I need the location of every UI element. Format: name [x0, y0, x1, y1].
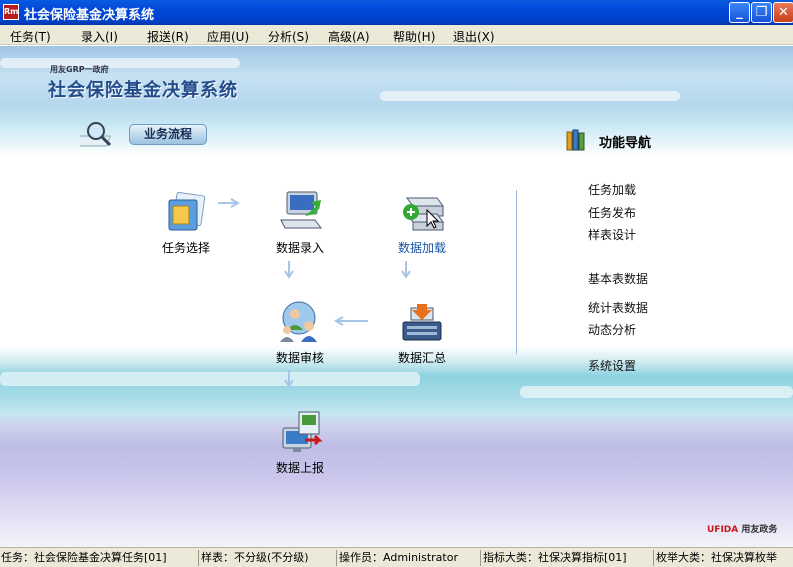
arrow-down-icon: [284, 261, 294, 279]
restore-button[interactable]: ❐: [751, 2, 772, 23]
decor-streak: [520, 386, 793, 398]
title-bar: Rm 社会保险基金决算系统 _ ❐ ✕: [0, 0, 793, 25]
task-folder-icon: [168, 191, 206, 231]
minimize-button[interactable]: _: [729, 2, 750, 23]
flow-data-review-label: 数据审核: [275, 351, 324, 365]
flow-task-select-label: 任务选择: [161, 241, 210, 255]
status-template: 样表：不分级(不分级): [200, 550, 337, 566]
close-button[interactable]: ✕: [773, 2, 793, 23]
nav-task-load[interactable]: 任务加载: [588, 181, 636, 198]
app-icon: Rm: [3, 4, 19, 20]
nav-basic-table-data[interactable]: 基本表数据: [588, 270, 648, 287]
flow-data-entry-label: 数据录入: [275, 241, 324, 255]
menu-task[interactable]: 任务(T): [10, 28, 51, 45]
ufida-suffix: 用友政务: [741, 525, 778, 535]
flow-data-review[interactable]: 数据审核: [260, 300, 340, 366]
nav-system-settings[interactable]: 系统设置: [588, 357, 636, 374]
menu-exit[interactable]: 退出(X): [453, 28, 495, 45]
workflow-section-title: 业务流程: [129, 124, 207, 145]
flow-data-summary[interactable]: 数据汇总: [382, 300, 462, 366]
flow-data-report-label: 数据上报: [275, 461, 324, 475]
flow-data-entry[interactable]: 数据录入: [260, 190, 340, 256]
divider: [516, 190, 517, 354]
decor-streak: [0, 372, 420, 386]
disk-load-icon: [403, 197, 444, 231]
menu-submit[interactable]: 报送(R): [147, 28, 189, 45]
arrow-left-icon: [334, 316, 368, 326]
flow-data-load-label: 数据加载: [397, 241, 446, 255]
flow-task-select[interactable]: 任务选择: [146, 190, 226, 256]
status-indicator: 指标大类：社保决算指标[01]: [482, 550, 654, 566]
arrow-right-icon: [218, 198, 241, 208]
status-operator: 操作员：Administrator: [338, 550, 481, 566]
menu-analysis[interactable]: 分析(S): [268, 28, 309, 45]
menu-bar: 任务(T) 录入(I) 报送(R) 应用(U) 分析(S) 高级(A) 帮助(H…: [0, 25, 793, 45]
menu-advanced[interactable]: 高级(A): [328, 28, 370, 45]
menu-apply[interactable]: 应用(U): [207, 28, 249, 45]
nav-title: 功能导航: [599, 136, 652, 151]
flow-data-report[interactable]: 数据上报: [260, 410, 340, 476]
nav-task-publish[interactable]: 任务发布: [588, 204, 636, 221]
flow-data-summary-label: 数据汇总: [397, 351, 446, 365]
decor-streak: [0, 58, 240, 68]
books-icon: [566, 129, 585, 151]
status-enum: 枚举大类：社保决算枚举: [656, 551, 777, 564]
vendor-logo: 用友GRP一政府: [50, 65, 109, 74]
monitor-report-icon: [282, 411, 323, 452]
status-bar: 任务：社会保险基金决算任务[01] 样表：不分级(不分级) 操作员：Admini…: [0, 547, 793, 567]
main-panel: 用友GRP一政府 社会保险基金决算系统 业务流程 功能导航 任务加载 任务发布 …: [0, 46, 793, 547]
flow-data-load[interactable]: 数据加载: [382, 190, 462, 256]
users-review-icon: [280, 301, 317, 342]
stack-summary-icon: [402, 304, 442, 341]
ufida-logo: UFIDA 用友政务: [707, 522, 777, 535]
computer-entry-icon: [280, 191, 322, 229]
menu-help[interactable]: 帮助(H): [393, 28, 435, 45]
decor-streak: [380, 91, 680, 101]
ufida-name: UFIDA: [707, 525, 739, 535]
arrow-down-icon: [284, 370, 294, 388]
nav-stats-table-data[interactable]: 统计表数据: [588, 299, 648, 316]
nav-template-design[interactable]: 样表设计: [588, 226, 636, 243]
window-title: 社会保险基金决算系统: [24, 8, 155, 23]
arrow-down-icon: [401, 261, 411, 279]
nav-dynamic-analysis[interactable]: 动态分析: [588, 321, 636, 338]
status-task: 任务：社会保险基金决算任务[01]: [0, 550, 199, 566]
menu-entry[interactable]: 录入(I): [81, 28, 118, 45]
banner-title: 社会保险基金决算系统: [48, 80, 238, 101]
magnifier-icon: [80, 122, 112, 147]
